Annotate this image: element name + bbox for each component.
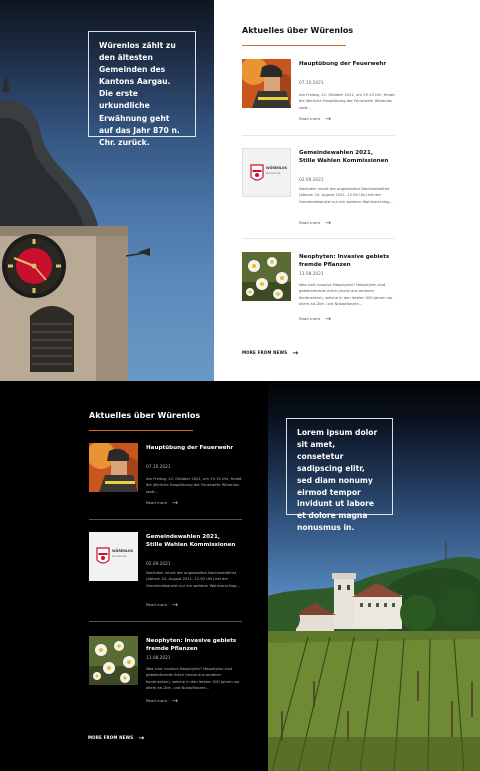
news-excerpt: Was sind invasive Neophyten? Neophyten s…: [146, 667, 240, 690]
news-item-feuerwehr[interactable]: Hauptübung der Feuerwehr 07.10.2021 Am F…: [242, 59, 397, 129]
read-more-label[interactable]: Read more: [299, 316, 320, 321]
news-date: 13.08.2021: [146, 656, 171, 661]
news-item-neophyten[interactable]: Neophyten: Invasive gebiets fremde Pflan…: [89, 636, 244, 716]
news-title[interactable]: Neophyten: Invasive gebiets fremde Pflan…: [299, 253, 391, 269]
arrow-right-icon: →: [172, 696, 178, 705]
firefighter-thumbnail[interactable]: [89, 443, 138, 492]
history-quote-box: Würenlos zählt zu den ältesten Gemeinden…: [88, 31, 196, 147]
item-divider: [242, 238, 395, 239]
news-excerpt: Am Freitag, 22. Oktober 2021, um 19.15 U…: [299, 93, 395, 110]
news-date: 02.09.2021: [146, 562, 171, 567]
read-more-label[interactable]: Read more: [299, 116, 320, 121]
flowers-thumbnail[interactable]: [89, 636, 138, 685]
more-from-news-link[interactable]: MORE FROM NEWS →: [88, 733, 145, 742]
news-item-neophyten[interactable]: Neophyten: Invasive gebiets fremde Pflan…: [242, 252, 397, 332]
arrow-right-icon: →: [292, 348, 299, 357]
read-more-link[interactable]: Read more →: [299, 314, 331, 323]
lorem-quote-box: Lorem ipsum dolor sit amet, consetetur s…: [286, 418, 393, 532]
item-divider: [89, 621, 242, 622]
read-more-link[interactable]: Read more →: [146, 600, 178, 609]
arrow-right-icon: →: [138, 733, 145, 742]
read-more-label[interactable]: Read more: [299, 220, 320, 225]
news-item-gemeindewahlen[interactable]: WÜRENLOS Gemeinde Gemeindewahlen 2021, S…: [242, 148, 397, 228]
flowers-thumbnail[interactable]: [242, 252, 291, 301]
news-item-feuerwehr[interactable]: Hauptübung der Feuerwehr 07.10.2021 Am F…: [89, 443, 244, 513]
municipality-logo-thumbnail[interactable]: WÜRENLOS Gemeinde: [89, 532, 138, 581]
news-date: 07.10.2021: [299, 81, 324, 86]
news-excerpt: Nachdem innert der angesetzten Nachmelde…: [299, 187, 394, 204]
news-title[interactable]: Neophyten: Invasive gebiets fremde Pflan…: [146, 637, 238, 653]
item-divider: [89, 519, 242, 520]
logo-subtitle: Gemeinde: [112, 554, 127, 558]
news-item-gemeindewahlen[interactable]: WÜRENLOS Gemeinde Gemeindewahlen 2021, S…: [89, 532, 244, 612]
read-more-link[interactable]: Read more →: [299, 218, 331, 227]
news-list-dark: Aktuelles über Würenlos: [89, 411, 244, 431]
more-from-news-link[interactable]: MORE FROM NEWS →: [242, 348, 299, 357]
news-date: 13.08.2021: [299, 272, 324, 277]
news-section-dark: Aktuelles über Würenlos Hauptübung der F…: [0, 381, 480, 771]
news-title[interactable]: Hauptübung der Feuerwehr: [299, 60, 389, 68]
read-more-link[interactable]: Read more →: [146, 498, 178, 507]
news-date: 07.10.2021: [146, 465, 171, 470]
logo-name: WÜRENLOS: [112, 549, 134, 553]
title-underline: [89, 430, 193, 431]
news-title[interactable]: Gemeindewahlen 2021, Stille Wahlen Kommi…: [299, 149, 389, 165]
news-list-light: Aktuelles über Würenlos: [242, 26, 397, 46]
read-more-link[interactable]: Read more →: [146, 696, 178, 705]
arrow-right-icon: →: [325, 114, 331, 123]
item-divider: [242, 135, 395, 136]
news-excerpt: Am Freitag, 22. Oktober 2021, um 19.15 U…: [146, 477, 242, 494]
read-more-label[interactable]: Read more: [146, 500, 167, 505]
arrow-right-icon: →: [172, 600, 178, 609]
news-excerpt: Nachdem innert der angesetzten Nachmelde…: [146, 571, 241, 588]
title-underline: [242, 45, 346, 46]
arrow-right-icon: →: [325, 314, 331, 323]
news-excerpt: Was sind invasive Neophyten? Neophyten s…: [299, 283, 393, 306]
read-more-label[interactable]: Read more: [146, 698, 167, 703]
page: Würenlos zählt zu den ältesten Gemeinden…: [0, 0, 480, 771]
section-title: Aktuelles über Würenlos: [89, 411, 201, 420]
news-title[interactable]: Gemeindewahlen 2021, Stille Wahlen Kommi…: [146, 533, 236, 549]
more-news-label[interactable]: MORE FROM NEWS: [242, 350, 287, 355]
section-title: Aktuelles über Würenlos: [242, 26, 354, 35]
read-more-label[interactable]: Read more: [146, 602, 167, 607]
news-date: 02.09.2021: [299, 178, 324, 183]
logo-subtitle: Gemeinde: [266, 171, 281, 175]
arrow-right-icon: →: [325, 218, 331, 227]
read-more-link[interactable]: Read more →: [299, 114, 331, 123]
arrow-right-icon: →: [172, 498, 178, 507]
logo-name: WÜRENLOS: [266, 166, 288, 170]
news-title[interactable]: Hauptübung der Feuerwehr: [146, 444, 236, 452]
municipality-logo-thumbnail[interactable]: WÜRENLOS Gemeinde: [242, 148, 291, 197]
firefighter-thumbnail[interactable]: [242, 59, 291, 108]
news-section-light: Würenlos zählt zu den ältesten Gemeinden…: [0, 0, 480, 381]
more-news-label[interactable]: MORE FROM NEWS: [88, 735, 133, 740]
